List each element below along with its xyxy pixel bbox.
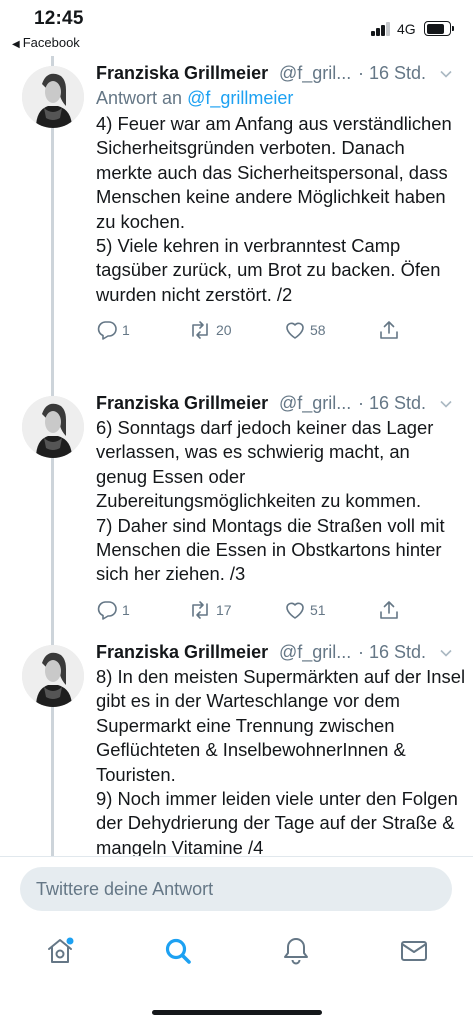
avatar[interactable] bbox=[22, 396, 84, 458]
tweet-text: 8) In den meisten Supermärkten auf der I… bbox=[96, 666, 466, 856]
tweet-actions: 1 20 58 bbox=[96, 317, 466, 343]
notifications-bell-icon bbox=[284, 938, 308, 965]
search-icon bbox=[165, 938, 191, 964]
reply-icon bbox=[97, 601, 117, 620]
tab-search[interactable] bbox=[161, 934, 195, 968]
like-button[interactable]: 58 bbox=[284, 317, 326, 343]
author-name[interactable]: Franziska Grillmeier bbox=[96, 642, 268, 663]
tweet-time: 16 Std. bbox=[369, 642, 427, 662]
clock: 12:45 bbox=[34, 8, 84, 29]
share-icon bbox=[380, 321, 398, 340]
retweet-button[interactable]: 20 bbox=[188, 317, 232, 343]
meta-separator: · bbox=[358, 393, 364, 413]
retweet-icon bbox=[192, 321, 208, 340]
meta-separator: · bbox=[358, 63, 364, 83]
meta-separator: · bbox=[358, 642, 364, 662]
back-triangle-icon: ◀ bbox=[12, 39, 20, 50]
heart-icon bbox=[286, 322, 304, 340]
bottom-tab-bar bbox=[0, 924, 473, 1024]
like-count: 58 bbox=[310, 322, 326, 339]
chevron-down-icon[interactable] bbox=[439, 67, 453, 81]
retweet-count: 17 bbox=[216, 601, 232, 618]
tweet-text: 4) Feuer war am Anfang aus verständliche… bbox=[96, 113, 452, 305]
tweet-text: 6) Sonntags darf jedoch keiner das Lager… bbox=[96, 417, 445, 585]
reply-button[interactable]: 1 bbox=[96, 597, 130, 623]
reply-count: 1 bbox=[122, 601, 130, 618]
tweet-time: 16 Std. bbox=[369, 393, 427, 413]
retweet-icon bbox=[192, 601, 208, 619]
home-icon bbox=[48, 937, 74, 963]
chevron-down-icon[interactable] bbox=[439, 646, 453, 660]
share-icon bbox=[380, 601, 398, 619]
retweet-button[interactable]: 17 bbox=[188, 597, 232, 623]
status-bar: 12:45 ◀ Facebook 4G bbox=[0, 0, 473, 56]
back-app-label: Facebook bbox=[22, 35, 80, 50]
messages-envelope-icon bbox=[401, 941, 427, 961]
back-to-app-link[interactable]: ◀ Facebook bbox=[12, 35, 80, 50]
reply-button[interactable]: 1 bbox=[96, 317, 130, 343]
retweet-count: 20 bbox=[216, 322, 232, 339]
tab-home[interactable] bbox=[43, 934, 77, 968]
avatar[interactable] bbox=[22, 66, 84, 128]
author-name[interactable]: Franziska Grillmeier bbox=[96, 63, 268, 84]
home-indicator[interactable] bbox=[152, 1010, 322, 1015]
chevron-down-icon[interactable] bbox=[439, 397, 453, 411]
reply-to-prefix: Antwort an bbox=[96, 88, 183, 108]
reply-bar bbox=[0, 856, 473, 924]
author-handle[interactable]: @f_gril... bbox=[279, 393, 351, 414]
avatar[interactable] bbox=[22, 645, 84, 707]
reply-count: 1 bbox=[122, 322, 130, 339]
cellular-signal-icon bbox=[371, 22, 393, 36]
reply-input[interactable] bbox=[20, 867, 452, 911]
heart-icon bbox=[286, 602, 304, 619]
reply-context: Antwort an @f_grillmeier bbox=[96, 86, 466, 112]
author-handle[interactable]: @f_gril... bbox=[279, 63, 351, 84]
like-button[interactable]: 51 bbox=[284, 597, 326, 623]
tweet-actions: 1 17 51 bbox=[96, 597, 466, 623]
reply-icon bbox=[97, 321, 117, 341]
network-type: 4G bbox=[397, 21, 416, 37]
share-button[interactable] bbox=[378, 317, 400, 343]
like-count: 51 bbox=[310, 601, 326, 618]
tab-messages[interactable] bbox=[397, 934, 431, 968]
tweet-thread[interactable]: Franziska Grillmeier @f_gril... · 16 Std… bbox=[0, 56, 473, 856]
tweet-time: 16 Std. bbox=[369, 63, 427, 83]
share-button[interactable] bbox=[378, 597, 400, 623]
author-handle[interactable]: @f_gril... bbox=[279, 642, 351, 663]
author-name[interactable]: Franziska Grillmeier bbox=[96, 393, 268, 414]
reply-to-handle-link[interactable]: @f_grillmeier bbox=[187, 88, 293, 108]
battery-icon bbox=[424, 21, 454, 36]
tab-notifications[interactable] bbox=[279, 934, 313, 968]
